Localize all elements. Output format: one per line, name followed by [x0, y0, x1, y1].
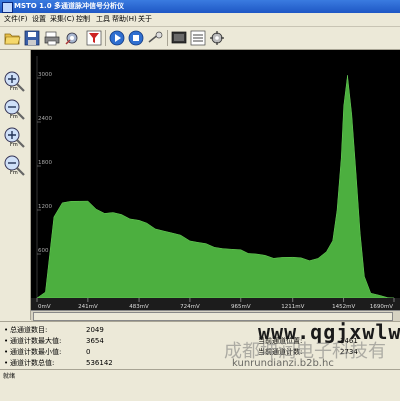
- zoom-label: Fm: [10, 86, 18, 92]
- stop-icon[interactable]: [127, 29, 145, 47]
- spectrum-chart: 3000 2400 1800 1200 600 0mV 241mV 483mV 724mV 96…: [31, 56, 400, 310]
- menu-help[interactable]: 帮助(H): [110, 13, 139, 26]
- y-tick-label: 600: [38, 248, 49, 254]
- zoom-label: Fm: [10, 114, 18, 120]
- status-bar: 就绪: [0, 369, 400, 401]
- list-icon[interactable]: [189, 29, 207, 47]
- info-value: 2049: [86, 326, 104, 334]
- x-axis: 0mV 241mV 483mV 724mV 965mV 1211mV 1452mV 1690m…: [31, 298, 400, 310]
- toolbar-separator: [167, 30, 168, 46]
- config-icon[interactable]: [208, 29, 226, 47]
- zoom-label: Fm: [10, 142, 18, 148]
- menu-control[interactable]: 控制: [74, 13, 92, 26]
- info-label: 通道计数总值:: [10, 359, 55, 367]
- toolbar: [0, 27, 400, 50]
- app-icon: [2, 2, 13, 13]
- y-tick-label: 1200: [38, 204, 52, 210]
- y-tick-label: 2400: [38, 116, 52, 122]
- display-icon[interactable]: [170, 29, 188, 47]
- zoom-label: Fm: [10, 170, 18, 176]
- save-icon[interactable]: [23, 29, 41, 47]
- info-value: 3654: [86, 337, 104, 345]
- toolbar-separator: [105, 30, 106, 46]
- window-title: MSTO 1.0 多通道脉冲信号分析仪: [14, 2, 125, 10]
- pause-icon[interactable]: [146, 29, 164, 47]
- play-icon[interactable]: [108, 29, 126, 47]
- info-value: 0: [86, 348, 91, 356]
- menu-about[interactable]: 关于: [136, 13, 154, 26]
- menu-file[interactable]: 文件(F): [2, 13, 30, 26]
- zoom-in-x-button[interactable]: Fm: [2, 70, 28, 94]
- status-text: 就绪: [3, 373, 16, 380]
- spectrum-plot[interactable]: 3000 2400 1800 1200 600 0mV 241mV 483mV 724mV 96…: [31, 50, 400, 310]
- bullet-icon: •: [4, 348, 9, 356]
- zoom-out-x-button[interactable]: Fm: [2, 98, 28, 122]
- open-icon[interactable]: [3, 29, 21, 47]
- zoom-sidebar: Fm Fm Fm Fm: [0, 50, 31, 320]
- y-tick-label: 3000: [38, 72, 52, 78]
- bullet-icon: •: [4, 337, 9, 345]
- y-tick-label: 1800: [38, 160, 52, 166]
- zoom-out-y-button[interactable]: Fm: [2, 154, 28, 178]
- info-label: 总通道数目:: [10, 326, 48, 334]
- bullet-icon: •: [4, 326, 9, 334]
- info-label: 通道计数最小值:: [10, 348, 62, 356]
- watermark-domain: kunrundianzi.b2b.hc: [232, 358, 334, 369]
- spectrum-area: [36, 75, 395, 299]
- filter-icon[interactable]: [85, 29, 103, 47]
- menu-settings[interactable]: 设置: [30, 13, 48, 26]
- info-value: 536142: [86, 359, 113, 367]
- menu-bar: 文件(F) 设置 采集(C) 控制 工具 帮助(H) 关于: [0, 13, 400, 27]
- zoom-in-y-button[interactable]: Fm: [2, 126, 28, 150]
- title-bar: MSTO 1.0 多通道脉冲信号分析仪: [0, 0, 400, 13]
- info-label: 通道计数最大值:: [10, 337, 62, 345]
- settings-icon[interactable]: [63, 29, 81, 47]
- bullet-icon: •: [4, 359, 9, 367]
- print-icon[interactable]: [43, 29, 61, 47]
- menu-acquire[interactable]: 采集(C): [48, 13, 76, 26]
